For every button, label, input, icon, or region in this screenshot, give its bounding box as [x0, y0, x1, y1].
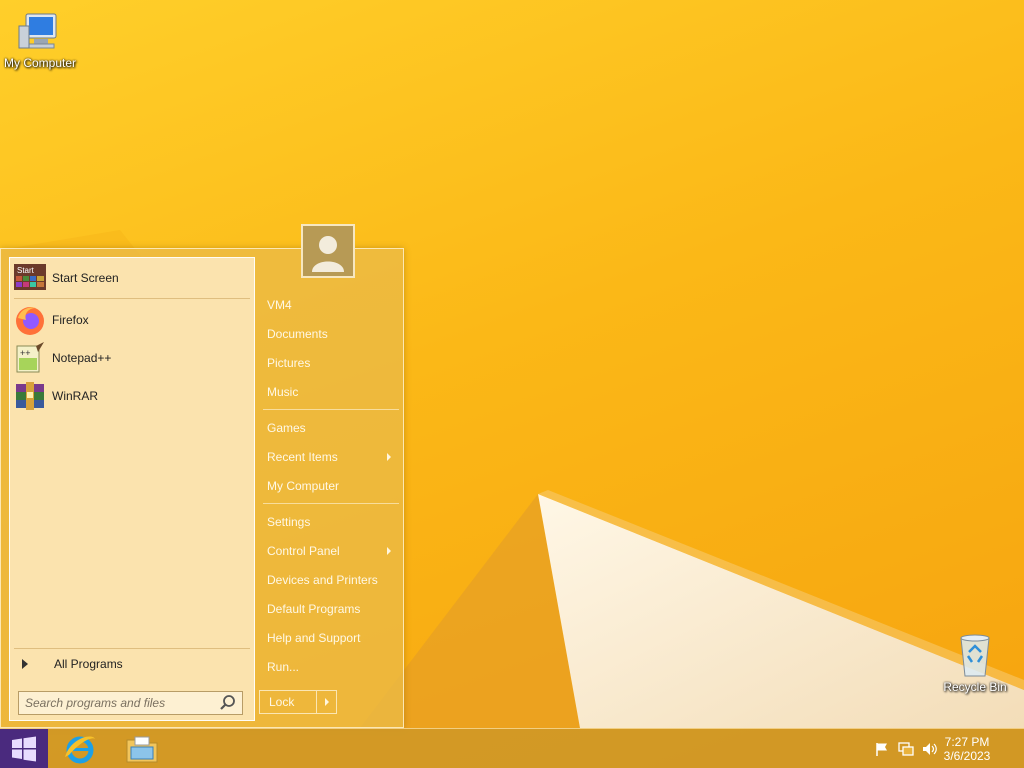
- start-menu-item-my-computer[interactable]: My Computer: [263, 474, 399, 498]
- winrar-icon: [16, 382, 44, 410]
- flag-icon[interactable]: [874, 741, 890, 757]
- start-menu-item-devices-and-printers[interactable]: Devices and Printers: [263, 568, 399, 592]
- arrow-right-icon: [22, 659, 28, 669]
- taskbar-clock[interactable]: 7:27 PM 3/6/2023: [932, 735, 1002, 763]
- start-menu-item-default-programs[interactable]: Default Programs: [263, 597, 399, 621]
- lock-label: Lock: [269, 695, 295, 709]
- menu-item-label: Control Panel: [267, 544, 340, 558]
- separator: [263, 503, 399, 504]
- desktop-icon-label: Recycle Bin: [943, 680, 1007, 694]
- start-menu-item-control-panel[interactable]: Control Panel: [263, 539, 399, 563]
- taskbar-app-internet-explorer[interactable]: [60, 732, 100, 766]
- network-icon[interactable]: [898, 741, 914, 757]
- desktop-icon-my-computer[interactable]: My Computer: [0, 10, 80, 70]
- desktop-icon-recycle-bin[interactable]: Recycle Bin: [935, 632, 1015, 694]
- search-input[interactable]: [25, 696, 218, 710]
- start-menu-item-documents[interactable]: Documents: [263, 322, 399, 346]
- all-programs-button[interactable]: All Programs: [18, 654, 248, 674]
- separator: [263, 409, 399, 410]
- submenu-arrow-icon: [387, 453, 391, 461]
- start-screen-item[interactable]: Start Start Screen: [14, 260, 250, 296]
- svg-text:++: ++: [20, 348, 31, 358]
- program-label: Firefox: [52, 313, 89, 327]
- notepadpp-icon: ++: [16, 342, 44, 373]
- separator: [14, 648, 250, 649]
- start-menu-item-run[interactable]: Run...: [263, 655, 399, 679]
- start-menu: Start Start Screen Firefox ++ Notepad++: [0, 248, 404, 728]
- program-item-notepadpp[interactable]: ++ Notepad++: [14, 340, 250, 376]
- menu-item-label: Settings: [267, 515, 311, 529]
- clock-date: 3/6/2023: [943, 749, 991, 763]
- menu-item-label: Music: [267, 385, 299, 399]
- svg-text:Start: Start: [17, 266, 35, 275]
- menu-item-label: Games: [267, 421, 306, 435]
- lock-button[interactable]: Lock: [259, 690, 337, 714]
- start-menu-item-recent-items[interactable]: Recent Items: [263, 445, 399, 469]
- taskbar: 7:27 PM 3/6/2023: [0, 728, 1024, 768]
- start-button[interactable]: [0, 729, 48, 768]
- search-icon[interactable]: [218, 693, 238, 713]
- submenu-arrow-icon: [387, 547, 391, 555]
- menu-item-label: Run...: [267, 660, 300, 674]
- lock-options-button[interactable]: [316, 691, 336, 713]
- user-avatar[interactable]: [301, 224, 355, 278]
- start-menu-item-pictures[interactable]: Pictures: [263, 351, 399, 375]
- start-screen-icon: Start: [14, 264, 46, 290]
- menu-item-label: My Computer: [267, 479, 340, 493]
- start-screen-label: Start Screen: [52, 271, 119, 285]
- windows-logo-icon: [12, 736, 36, 762]
- clock-time: 7:27 PM: [944, 735, 990, 749]
- arrow-right-icon: [324, 698, 329, 706]
- separator: [14, 298, 250, 299]
- start-menu-item-help-and-support[interactable]: Help and Support: [263, 626, 399, 650]
- program-label: WinRAR: [52, 389, 99, 403]
- internet-explorer-icon: [65, 736, 95, 764]
- menu-item-label: Devices and Printers: [267, 573, 378, 587]
- menu-item-label: VM4: [267, 298, 292, 312]
- folder-icon: [126, 736, 158, 763]
- menu-item-label: Default Programs: [267, 602, 361, 616]
- menu-item-label: Pictures: [267, 356, 311, 370]
- desktop-icon-label: My Computer: [3, 56, 77, 70]
- start-menu-item-music[interactable]: Music: [263, 380, 399, 404]
- computer-icon: [18, 13, 57, 49]
- program-label: Notepad++: [52, 351, 112, 365]
- menu-item-label: Documents: [267, 327, 328, 341]
- firefox-icon: [16, 307, 44, 335]
- start-menu-item-settings[interactable]: Settings: [263, 510, 399, 534]
- menu-item-label: Help and Support: [267, 631, 361, 645]
- start-menu-programs-pane: Start Start Screen Firefox ++ Notepad++: [9, 257, 255, 721]
- program-item-firefox[interactable]: Firefox: [14, 302, 250, 338]
- search-box: [18, 691, 243, 715]
- recycle-bin-icon: [960, 634, 990, 677]
- user-icon: [312, 236, 344, 272]
- program-item-winrar[interactable]: WinRAR: [14, 378, 250, 414]
- start-menu-item-games[interactable]: Games: [263, 416, 399, 440]
- menu-item-label: Recent Items: [267, 450, 338, 464]
- taskbar-app-file-explorer[interactable]: [122, 732, 162, 766]
- start-menu-item-vm4[interactable]: VM4: [263, 293, 399, 317]
- all-programs-label: All Programs: [54, 657, 123, 671]
